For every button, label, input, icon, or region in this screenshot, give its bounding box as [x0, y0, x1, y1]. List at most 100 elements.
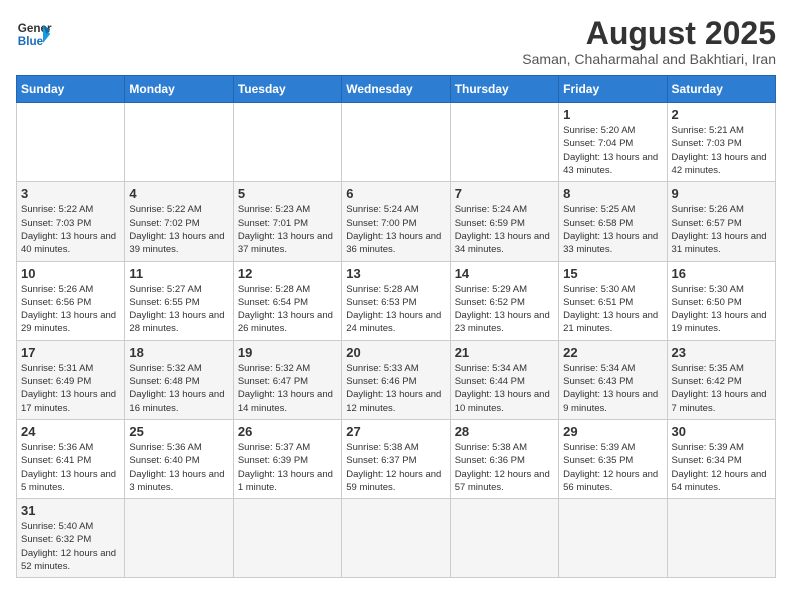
- day-info: Sunrise: 5:24 AM Sunset: 6:59 PM Dayligh…: [455, 203, 554, 256]
- calendar-cell: 29 Sunrise: 5:39 AM Sunset: 6:35 PM Dayli…: [559, 419, 667, 498]
- day-info: Sunrise: 5:33 AM Sunset: 6:46 PM Dayligh…: [346, 362, 445, 415]
- calendar-week-row: 1 Sunrise: 5:20 AM Sunset: 7:04 PM Daylig…: [17, 103, 776, 182]
- day-info: Sunrise: 5:25 AM Sunset: 6:58 PM Dayligh…: [563, 203, 662, 256]
- location-subtitle: Saman, Chaharmahal and Bakhtiari, Iran: [522, 51, 776, 67]
- day-number: 22: [563, 345, 662, 360]
- day-info: Sunrise: 5:38 AM Sunset: 6:37 PM Dayligh…: [346, 441, 445, 494]
- calendar-cell: 7 Sunrise: 5:24 AM Sunset: 6:59 PM Daylig…: [450, 182, 558, 261]
- calendar-cell: [667, 499, 775, 578]
- calendar-week-row: 17Sunrise: 5:31 AM Sunset: 6:49 PM Dayli…: [17, 340, 776, 419]
- calendar-week-row: 3 Sunrise: 5:22 AM Sunset: 7:03 PM Daylig…: [17, 182, 776, 261]
- logo: General Blue: [16, 16, 52, 52]
- day-number: 28: [455, 424, 554, 439]
- calendar-cell: 18 Sunrise: 5:32 AM Sunset: 6:48 PM Dayli…: [125, 340, 233, 419]
- day-info: Sunrise: 5:23 AM Sunset: 7:01 PM Dayligh…: [238, 203, 337, 256]
- day-number: 27: [346, 424, 445, 439]
- calendar-table: SundayMondayTuesdayWednesdayThursdayFrid…: [16, 75, 776, 578]
- day-number: 18: [129, 345, 228, 360]
- day-number: 3: [21, 186, 120, 201]
- calendar-cell: 25 Sunrise: 5:36 AM Sunset: 6:40 PM Dayli…: [125, 419, 233, 498]
- day-number: 24: [21, 424, 120, 439]
- calendar-cell: [342, 103, 450, 182]
- day-info: Sunrise: 5:22 AM Sunset: 7:03 PM Dayligh…: [21, 203, 120, 256]
- calendar-cell: 22 Sunrise: 5:34 AM Sunset: 6:43 PM Dayli…: [559, 340, 667, 419]
- day-number: 9: [672, 186, 771, 201]
- day-number: 2: [672, 107, 771, 122]
- day-number: 16: [672, 266, 771, 281]
- day-info: Sunrise: 5:21 AM Sunset: 7:03 PM Dayligh…: [672, 124, 771, 177]
- day-number: 1: [563, 107, 662, 122]
- svg-text:Blue: Blue: [18, 35, 44, 48]
- day-number: 21: [455, 345, 554, 360]
- day-info: Sunrise: 5:27 AM Sunset: 6:55 PM Dayligh…: [129, 283, 228, 336]
- day-info: Sunrise: 5:36 AM Sunset: 6:41 PM Dayligh…: [21, 441, 120, 494]
- day-number: 11: [129, 266, 228, 281]
- calendar-cell: 2 Sunrise: 5:21 AM Sunset: 7:03 PM Daylig…: [667, 103, 775, 182]
- calendar-cell: 31 Sunrise: 5:40 AM Sunset: 6:32 PM Dayli…: [17, 499, 125, 578]
- calendar-cell: [233, 499, 341, 578]
- day-number: 12: [238, 266, 337, 281]
- day-info: Sunrise: 5:38 AM Sunset: 6:36 PM Dayligh…: [455, 441, 554, 494]
- calendar-cell: 8 Sunrise: 5:25 AM Sunset: 6:58 PM Daylig…: [559, 182, 667, 261]
- calendar-week-row: 10Sunrise: 5:26 AM Sunset: 6:56 PM Dayli…: [17, 261, 776, 340]
- day-info: Sunrise: 5:29 AM Sunset: 6:52 PM Dayligh…: [455, 283, 554, 336]
- calendar-cell: 17Sunrise: 5:31 AM Sunset: 6:49 PM Dayli…: [17, 340, 125, 419]
- day-info: Sunrise: 5:37 AM Sunset: 6:39 PM Dayligh…: [238, 441, 337, 494]
- day-number: 29: [563, 424, 662, 439]
- weekday-header-thursday: Thursday: [450, 76, 558, 103]
- day-info: Sunrise: 5:30 AM Sunset: 6:51 PM Dayligh…: [563, 283, 662, 336]
- calendar-cell: 21Sunrise: 5:34 AM Sunset: 6:44 PM Dayli…: [450, 340, 558, 419]
- calendar-cell: 28 Sunrise: 5:38 AM Sunset: 6:36 PM Dayli…: [450, 419, 558, 498]
- calendar-cell: 23 Sunrise: 5:35 AM Sunset: 6:42 PM Dayli…: [667, 340, 775, 419]
- day-info: Sunrise: 5:28 AM Sunset: 6:53 PM Dayligh…: [346, 283, 445, 336]
- calendar-cell: 20Sunrise: 5:33 AM Sunset: 6:46 PM Dayli…: [342, 340, 450, 419]
- day-number: 14: [455, 266, 554, 281]
- calendar-cell: [342, 499, 450, 578]
- calendar-cell: 3 Sunrise: 5:22 AM Sunset: 7:03 PM Daylig…: [17, 182, 125, 261]
- calendar-cell: [450, 499, 558, 578]
- day-number: 10: [21, 266, 120, 281]
- calendar-cell: 1 Sunrise: 5:20 AM Sunset: 7:04 PM Daylig…: [559, 103, 667, 182]
- day-number: 8: [563, 186, 662, 201]
- day-number: 5: [238, 186, 337, 201]
- weekday-header-friday: Friday: [559, 76, 667, 103]
- day-info: Sunrise: 5:32 AM Sunset: 6:48 PM Dayligh…: [129, 362, 228, 415]
- day-number: 23: [672, 345, 771, 360]
- page-header: General Blue August 2025 Saman, Chaharma…: [16, 16, 776, 67]
- calendar-cell: 11 Sunrise: 5:27 AM Sunset: 6:55 PM Dayli…: [125, 261, 233, 340]
- calendar-cell: 12Sunrise: 5:28 AM Sunset: 6:54 PM Dayli…: [233, 261, 341, 340]
- day-info: Sunrise: 5:40 AM Sunset: 6:32 PM Dayligh…: [21, 520, 120, 573]
- calendar-week-row: 31 Sunrise: 5:40 AM Sunset: 6:32 PM Dayli…: [17, 499, 776, 578]
- day-info: Sunrise: 5:26 AM Sunset: 6:57 PM Dayligh…: [672, 203, 771, 256]
- calendar-cell: 14 Sunrise: 5:29 AM Sunset: 6:52 PM Dayli…: [450, 261, 558, 340]
- day-info: Sunrise: 5:22 AM Sunset: 7:02 PM Dayligh…: [129, 203, 228, 256]
- logo-icon: General Blue: [16, 16, 52, 52]
- month-year-title: August 2025: [522, 16, 776, 51]
- day-info: Sunrise: 5:20 AM Sunset: 7:04 PM Dayligh…: [563, 124, 662, 177]
- day-number: 26: [238, 424, 337, 439]
- day-number: 31: [21, 503, 120, 518]
- calendar-cell: 5 Sunrise: 5:23 AM Sunset: 7:01 PM Daylig…: [233, 182, 341, 261]
- title-area: August 2025 Saman, Chaharmahal and Bakht…: [522, 16, 776, 67]
- calendar-cell: [450, 103, 558, 182]
- weekday-header-sunday: Sunday: [17, 76, 125, 103]
- day-number: 30: [672, 424, 771, 439]
- calendar-cell: 13Sunrise: 5:28 AM Sunset: 6:53 PM Dayli…: [342, 261, 450, 340]
- day-number: 7: [455, 186, 554, 201]
- weekday-header-tuesday: Tuesday: [233, 76, 341, 103]
- day-number: 6: [346, 186, 445, 201]
- day-number: 25: [129, 424, 228, 439]
- day-number: 15: [563, 266, 662, 281]
- day-number: 19: [238, 345, 337, 360]
- calendar-cell: 15 Sunrise: 5:30 AM Sunset: 6:51 PM Dayli…: [559, 261, 667, 340]
- day-info: Sunrise: 5:35 AM Sunset: 6:42 PM Dayligh…: [672, 362, 771, 415]
- weekday-header-wednesday: Wednesday: [342, 76, 450, 103]
- calendar-cell: [125, 499, 233, 578]
- day-info: Sunrise: 5:34 AM Sunset: 6:43 PM Dayligh…: [563, 362, 662, 415]
- calendar-cell: 30Sunrise: 5:39 AM Sunset: 6:34 PM Dayli…: [667, 419, 775, 498]
- day-info: Sunrise: 5:36 AM Sunset: 6:40 PM Dayligh…: [129, 441, 228, 494]
- day-number: 17: [21, 345, 120, 360]
- day-info: Sunrise: 5:39 AM Sunset: 6:35 PM Dayligh…: [563, 441, 662, 494]
- weekday-header-monday: Monday: [125, 76, 233, 103]
- calendar-cell: [559, 499, 667, 578]
